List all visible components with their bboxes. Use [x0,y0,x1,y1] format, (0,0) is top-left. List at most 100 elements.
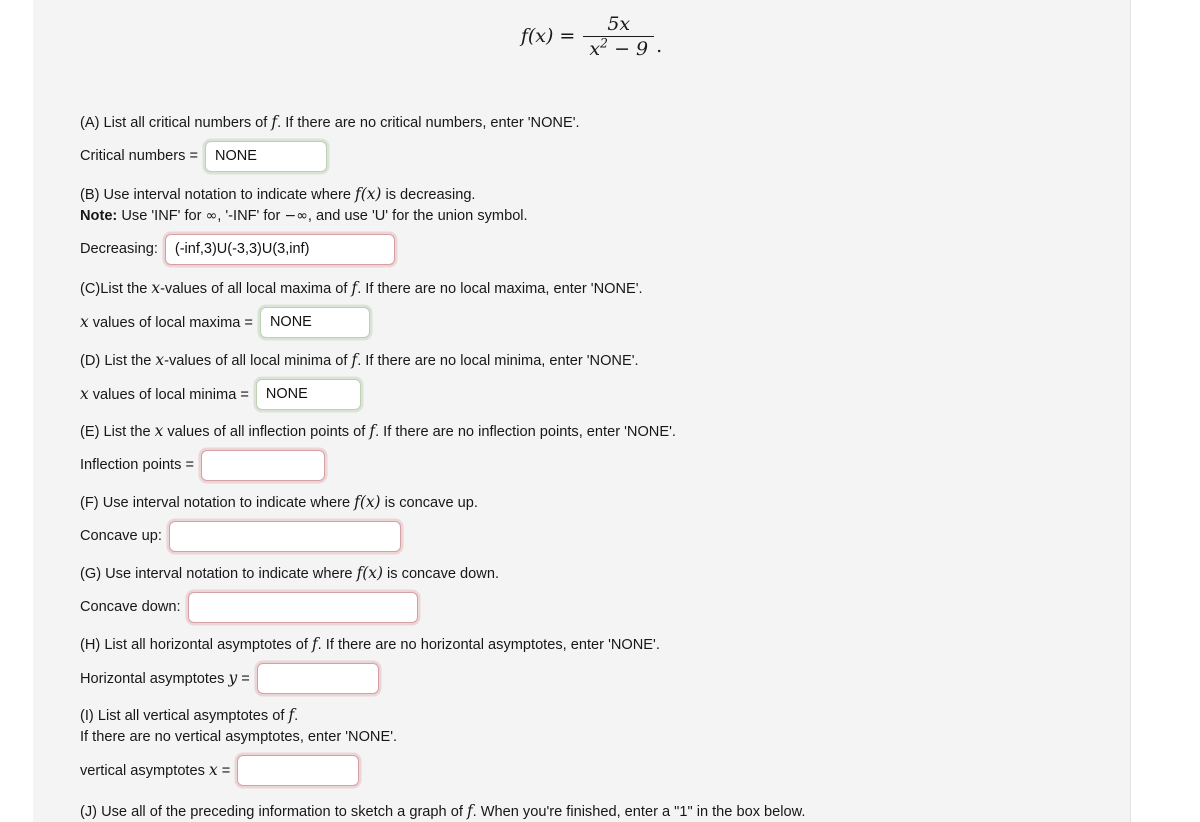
question-e-prompt-mid: values of all inflection points of [163,424,370,440]
question-c-prompt-suffix: . If there are no local maxima, enter 'N… [357,281,643,297]
question-a-prompt: (A) List all critical numbers of f. If t… [80,112,580,134]
formula-function-name: f(x) [520,25,554,48]
question-c-answer-label-text: values of local maxima = [88,315,253,332]
question-i-answer-label-tail: = [217,763,231,780]
question-i-answer-label-text: vertical asymptotes [80,763,209,780]
question-e-prompt-suffix: . If there are no inflection points, ent… [375,424,676,440]
question-d-prompt-var: x [155,351,165,369]
question-b-answer-row: Decreasing: [80,233,528,265]
question-d-answer-row: x values of local minima = [80,378,639,410]
question-f-prompt: (F) Use interval notation to indicate wh… [80,492,478,514]
question-f-answer-row: Concave up: [80,520,478,552]
question-b-note-text-1: Use 'INF' for [117,207,206,224]
local-maxima-input[interactable] [259,306,370,338]
question-d-prompt-prefix: (D) List the [80,353,156,369]
question-b-prompt-var: f(x) [355,185,382,203]
question-h-prompt-suffix: . If there are no horizontal asymptotes,… [317,637,660,653]
question-e-answer-label: Inflection points = [80,457,194,474]
question-c: (C)List the x-values of all local maxima… [80,278,643,338]
question-e-answer-row: Inflection points = [80,449,676,481]
page-root: f(x) = 5x x2 − 9 . (A) List all critical… [0,0,1200,822]
question-g: (G) Use interval notation to indicate wh… [80,563,499,623]
question-a-prompt-prefix: (A) List all critical numbers of [80,115,272,131]
question-f: (F) Use interval notation to indicate wh… [80,492,478,552]
question-a-answer-label: Critical numbers = [80,148,199,165]
question-d: (D) List the x-values of all local minim… [80,350,639,410]
question-h: (H) List all horizontal asymptotes of f.… [80,634,660,694]
question-a: (A) List all critical numbers of f. If t… [80,112,580,172]
question-i-prompt-suffix: . [294,708,299,724]
question-b-note-text-3: , and use 'U' for the union symbol. [307,207,528,224]
question-f-prompt-var: f(x) [354,493,381,511]
question-b: (B) Use interval notation to indicate wh… [80,184,528,265]
question-a-prompt-suffix: . If there are no critical numbers, ente… [277,115,580,131]
formula-denominator: x2 − 9 [583,37,654,59]
question-j-prompt-prefix: (J) Use all of the preceding information… [80,804,467,820]
question-c-prompt-prefix: (C)List the [80,281,152,297]
question-g-answer-row: Concave down: [80,591,499,623]
critical-numbers-input[interactable] [205,140,328,172]
question-f-prompt-suffix: is concave up. [380,495,478,511]
question-i-answer-row: vertical asymptotes x = [80,754,397,786]
question-g-prompt-var: f(x) [356,564,383,582]
question-g-prompt-prefix: (G) Use interval notation to indicate wh… [80,566,357,582]
question-d-answer-label-text: values of local minima = [88,387,249,404]
question-a-answer-row: Critical numbers = [80,140,580,172]
question-g-prompt-suffix: is concave down. [383,566,500,582]
question-b-prompt-prefix: (B) Use interval notation to indicate wh… [80,187,355,203]
question-c-answer-label: x values of local maxima = [80,313,260,331]
local-minima-input[interactable] [255,378,361,410]
question-i-answer-label: vertical asymptotes x = [80,761,237,779]
question-b-note-label: Note: [80,207,118,224]
question-h-answer-label: Horizontal asymptotes y = [80,669,257,687]
negative-infinity-symbol: −∞ [284,207,308,224]
denominator-rest: − 9 [608,38,649,61]
question-e: (E) List the x values of all inflection … [80,421,676,481]
horizontal-asymptotes-input[interactable] [256,662,379,694]
formula-fraction: 5x x2 − 9 [583,12,655,59]
question-j: (J) Use all of the preceding information… [80,801,805,822]
question-g-answer-label: Concave down: [80,599,181,616]
question-b-note: Note: Use 'INF' for ∞, '-INF' for −∞, an… [80,206,528,227]
question-d-prompt: (D) List the x-values of all local minim… [80,350,639,372]
question-d-prompt-mid: -values of all local minima of [164,353,352,369]
question-b-prompt: (B) Use interval notation to indicate wh… [80,184,528,206]
concave-down-input[interactable] [187,591,418,623]
formula-period: . [656,35,663,58]
decreasing-interval-input[interactable] [164,233,395,265]
question-d-prompt-suffix: . If there are no local minima, enter 'N… [357,353,639,369]
question-i-answer-label-var: x [208,761,218,780]
question-c-answer-label-var: x [80,313,89,332]
question-h-answer-row: Horizontal asymptotes y = [80,662,660,694]
vertical-asymptotes-input[interactable] [237,754,360,786]
question-d-answer-label-var: x [80,385,89,404]
question-h-answer-label-tail: = [237,671,250,688]
formula-expression: f(x) = 5x x2 − 9 . [520,12,663,59]
question-b-answer-label: Decreasing: [80,241,158,258]
question-h-answer-label-var: y [228,669,238,688]
question-c-prompt: (C)List the x-values of all local maxima… [80,278,643,300]
question-e-prompt: (E) List the x values of all inflection … [80,421,676,443]
question-b-prompt-suffix: is decreasing. [381,187,476,203]
question-f-prompt-prefix: (F) Use interval notation to indicate wh… [80,495,355,511]
question-c-answer-row: x values of local maxima = [80,306,643,338]
infinity-symbol: ∞ [205,207,218,224]
inflection-points-input[interactable] [201,449,325,481]
concave-up-input[interactable] [168,520,401,552]
question-h-prompt: (H) List all horizontal asymptotes of f.… [80,634,660,656]
question-b-note-text-2: , '-INF' for [217,207,285,224]
question-f-answer-label: Concave up: [80,528,162,545]
question-i-prompt-prefix: (I) List all vertical asymptotes of [80,708,289,724]
question-h-prompt-prefix: (H) List all horizontal asymptotes of [80,637,312,653]
content-pane: f(x) = 5x x2 − 9 . (A) List all critical… [33,0,1131,822]
question-i-prompt: (I) List all vertical asymptotes of f. [80,705,397,727]
question-i: (I) List all vertical asymptotes of f. I… [80,705,397,786]
question-e-prompt-prefix: (E) List the [80,424,155,440]
formula-numerator: 5x [607,12,631,35]
question-j-prompt: (J) Use all of the preceding information… [80,801,805,822]
question-d-answer-label: x values of local minima = [80,385,256,403]
denominator-exponent: 2 [600,35,609,51]
question-e-prompt-var: x [154,422,164,440]
denominator-base: x [589,38,601,61]
question-c-prompt-var: x [151,279,161,297]
